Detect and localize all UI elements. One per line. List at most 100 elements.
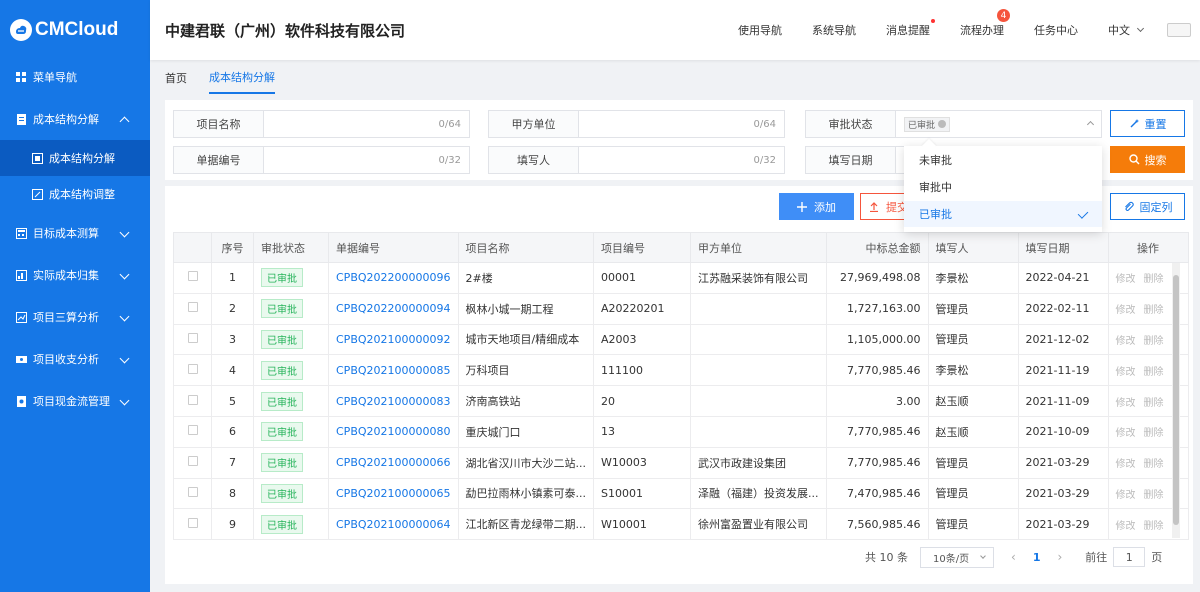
language-select[interactable]: 中文 [1108, 22, 1145, 38]
delete-button[interactable]: 删除 [1144, 428, 1164, 439]
edit-button[interactable]: 修改 [1116, 398, 1136, 409]
search-button[interactable]: 搜索 [1110, 146, 1185, 173]
nav-messages[interactable]: 消息提醒 [886, 19, 935, 38]
party-a-field[interactable]: 甲方单位 0/64 [488, 110, 785, 138]
edit-button[interactable]: 修改 [1116, 336, 1136, 347]
reset-button[interactable]: 重置 [1110, 110, 1185, 137]
row-checkbox-cell[interactable] [173, 292, 212, 325]
doc-code-link[interactable]: CPBQ202200000094 [336, 302, 451, 315]
doc-code-link[interactable]: CPBQ202200000096 [336, 271, 451, 284]
table-row[interactable]: 5 已审批 CPBQ202100000083 济南高铁站 20 3.00 赵玉顺 2021-1… [173, 385, 1189, 417]
table-row[interactable]: 8 已审批 CPBQ202100000065 勐巴拉雨林小镇素可泰... S10001 泽… [173, 477, 1189, 510]
option-in-approval[interactable]: 审批中 [904, 174, 1102, 200]
row-checkbox[interactable] [187, 332, 198, 343]
sidebar-item-cost-structure[interactable]: 成本结构分解 [0, 98, 150, 140]
row-checkbox-cell[interactable] [173, 385, 212, 417]
row-checkbox-cell[interactable] [173, 323, 212, 356]
project-name: 湖北省汉川市大沙二站... [457, 446, 595, 479]
row-checkbox-cell[interactable] [173, 446, 212, 479]
submit-button[interactable]: 提交 [860, 193, 910, 220]
tab-home[interactable]: 首页 [165, 62, 187, 94]
fix-columns-button[interactable]: 固定列 [1110, 193, 1185, 220]
row-checkbox[interactable] [187, 363, 198, 374]
row-checkbox-cell[interactable] [173, 262, 212, 294]
row-checkbox[interactable] [187, 425, 198, 436]
approval-status-select[interactable]: 审批状态 已审批 [805, 110, 1102, 138]
header-checkbox[interactable] [173, 232, 212, 263]
edit-button[interactable]: 修改 [1116, 490, 1136, 501]
sidebar-subitem-cost-breakdown[interactable]: 成本结构分解 [0, 140, 150, 176]
project-name: 万科项目 [457, 354, 595, 387]
doc-code-link[interactable]: CPBQ202100000085 [336, 364, 451, 377]
amount: 7,470,985.46 [825, 477, 929, 510]
row-checkbox-cell[interactable] [173, 508, 212, 541]
doc-code-link[interactable]: CPBQ202100000080 [336, 425, 451, 438]
row-checkbox-cell[interactable] [173, 354, 212, 387]
logo[interactable]: CMCloud [0, 0, 150, 60]
edit-button[interactable]: 修改 [1116, 367, 1136, 378]
close-icon[interactable] [938, 120, 947, 128]
nav-workflow[interactable]: 流程办理 4 [960, 9, 1010, 38]
prev-page-icon[interactable]: ‹ [1011, 550, 1016, 564]
edit-button[interactable]: 修改 [1116, 274, 1136, 285]
table-row[interactable]: 3 已审批 CPBQ202100000092 城市天地项目/精细成本 A2003 1,10… [173, 323, 1189, 356]
table-row[interactable]: 1 已审批 CPBQ202200000096 2#楼 00001 江苏融采装饰有限公司 27… [173, 262, 1189, 294]
add-button[interactable]: 添加 [779, 193, 854, 220]
filler-field[interactable]: 填写人 0/32 [488, 146, 785, 174]
row-checkbox[interactable] [187, 271, 198, 282]
selected-tag[interactable]: 已审批 [904, 116, 951, 132]
row-checkbox[interactable] [187, 302, 198, 313]
doc-no-field[interactable]: 单据编号 0/32 [173, 146, 470, 174]
row-checkbox[interactable] [187, 486, 198, 497]
table-row[interactable]: 4 已审批 CPBQ202100000085 万科项目 111100 7,770,985.… [173, 354, 1189, 387]
table-row[interactable]: 9 已审批 CPBQ202100000064 江北新区青龙绿带二期... W10001 徐… [173, 508, 1189, 541]
delete-button[interactable]: 删除 [1144, 521, 1164, 532]
page-number[interactable]: 1 [1033, 551, 1041, 564]
doc-code-link[interactable]: CPBQ202100000064 [336, 518, 451, 531]
edit-button[interactable]: 修改 [1116, 428, 1136, 439]
sidebar-item-income-expense[interactable]: 项目收支分析 [0, 338, 150, 380]
table-row[interactable]: 6 已审批 CPBQ202100000080 重庆城门口 13 7,770,985.46 赵… [173, 415, 1189, 448]
doc-code-link[interactable]: CPBQ202100000066 [336, 456, 451, 469]
nav-system-nav[interactable]: 系统导航 [812, 22, 856, 38]
option-unapproved[interactable]: 未审批 [904, 147, 1102, 173]
scrollbar-thumb[interactable] [1173, 275, 1179, 525]
delete-button[interactable]: 删除 [1144, 490, 1164, 501]
nav-usage-guide[interactable]: 使用导航 [738, 22, 782, 38]
page-size-select[interactable]: 10条/页 [920, 546, 994, 568]
row-checkbox[interactable] [187, 517, 198, 528]
row-checkbox[interactable] [187, 394, 198, 405]
delete-button[interactable]: 删除 [1144, 398, 1164, 409]
edit-button[interactable]: 修改 [1116, 521, 1136, 532]
nav-task-center[interactable]: 任务中心 [1034, 22, 1078, 38]
status-badge: 已审批 [261, 422, 303, 442]
delete-button[interactable]: 删除 [1144, 459, 1164, 470]
delete-button[interactable]: 删除 [1144, 336, 1164, 347]
table-row[interactable]: 7 已审批 CPBQ202100000066 湖北省汉川市大沙二站... W10003 武… [173, 446, 1189, 479]
next-page-icon[interactable]: › [1057, 550, 1062, 564]
option-approved[interactable]: 已审批 [904, 201, 1102, 227]
edit-button[interactable]: 修改 [1116, 305, 1136, 316]
table-scrollbar[interactable] [1172, 263, 1180, 538]
project-name-field[interactable]: 项目名称 0/64 [173, 110, 470, 138]
sidebar-item-three-calc[interactable]: 项目三算分析 [0, 296, 150, 338]
doc-code-link[interactable]: CPBQ202100000092 [336, 333, 451, 346]
sidebar-item-target-cost[interactable]: 目标成本测算 [0, 212, 150, 254]
delete-button[interactable]: 删除 [1144, 305, 1164, 316]
row-checkbox-cell[interactable] [173, 415, 212, 448]
goto-page-input[interactable]: 1 [1113, 547, 1146, 567]
sidebar-item-cashflow[interactable]: 项目现金流管理 [0, 380, 150, 422]
tab-cost-structure[interactable]: 成本结构分解 [209, 62, 275, 94]
sidebar-subitem-cost-adjust[interactable]: 成本结构调整 [0, 176, 150, 212]
delete-button[interactable]: 删除 [1144, 367, 1164, 378]
table-row[interactable]: 2 已审批 CPBQ202200000094 枫林小城一期工程 A20220201 1,7… [173, 292, 1189, 325]
sidebar-item-menu-nav[interactable]: 菜单导航 [0, 56, 150, 98]
avatar[interactable] [1167, 23, 1191, 37]
doc-code-link[interactable]: CPBQ202100000083 [336, 395, 451, 408]
edit-button[interactable]: 修改 [1116, 459, 1136, 470]
row-checkbox[interactable] [187, 456, 198, 467]
delete-button[interactable]: 删除 [1144, 274, 1164, 285]
doc-code-link[interactable]: CPBQ202100000065 [336, 487, 451, 500]
sidebar-item-actual-cost[interactable]: 实际成本归集 [0, 254, 150, 296]
row-checkbox-cell[interactable] [173, 477, 212, 510]
